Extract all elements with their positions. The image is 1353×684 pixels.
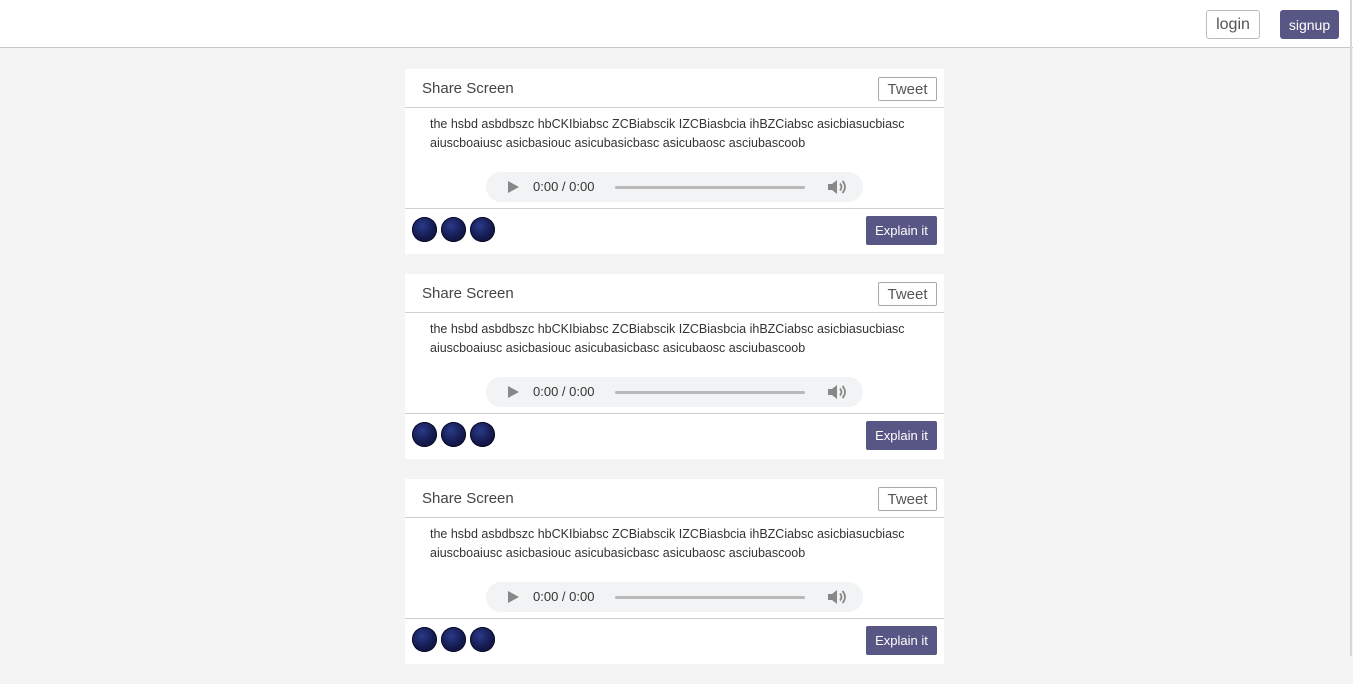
avatar[interactable]: [412, 627, 437, 652]
top-navbar: login signup: [0, 0, 1353, 48]
play-icon[interactable]: [508, 591, 519, 603]
post-text: the hsbd asbdbszc hbCKIbiabsc ZCBiabscik…: [430, 117, 905, 150]
post-text: the hsbd asbdbszc hbCKIbiabsc ZCBiabscik…: [430, 322, 905, 355]
audio-player[interactable]: 0:00 / 0:00: [486, 377, 863, 407]
audio-time: 0:00 / 0:00: [533, 384, 595, 399]
audio-progress-track[interactable]: [615, 391, 805, 394]
post-card: Share Screen Tweet the hsbd asbdbszc hbC…: [405, 479, 944, 664]
volume-icon[interactable]: [826, 178, 848, 196]
play-icon[interactable]: [508, 181, 519, 193]
tweet-button[interactable]: Tweet: [878, 77, 937, 101]
explain-button[interactable]: Explain it: [866, 421, 937, 450]
audio-time: 0:00 / 0:00: [533, 179, 595, 194]
signup-button[interactable]: signup: [1280, 10, 1339, 39]
post-footer: Explain it: [405, 618, 944, 664]
tweet-button[interactable]: Tweet: [878, 487, 937, 511]
volume-icon[interactable]: [826, 588, 848, 606]
post-header: Share Screen Tweet: [405, 274, 944, 313]
post-header: Share Screen Tweet: [405, 479, 944, 518]
avatar[interactable]: [412, 422, 437, 447]
post-feed: Share Screen Tweet the hsbd asbdbszc hbC…: [405, 69, 944, 684]
avatar[interactable]: [441, 217, 466, 242]
avatar[interactable]: [470, 627, 495, 652]
explain-button[interactable]: Explain it: [866, 626, 937, 655]
scrollbar[interactable]: [1350, 0, 1352, 656]
play-icon[interactable]: [508, 386, 519, 398]
post-card: Share Screen Tweet the hsbd asbdbszc hbC…: [405, 69, 944, 254]
login-button[interactable]: login: [1206, 10, 1260, 39]
volume-icon[interactable]: [826, 383, 848, 401]
post-footer: Explain it: [405, 208, 944, 254]
audio-player[interactable]: 0:00 / 0:00: [486, 582, 863, 612]
avatar[interactable]: [441, 627, 466, 652]
post-footer: Explain it: [405, 413, 944, 459]
avatar[interactable]: [470, 217, 495, 242]
audio-progress-track[interactable]: [615, 186, 805, 189]
audio-time: 0:00 / 0:00: [533, 589, 595, 604]
post-text: the hsbd asbdbszc hbCKIbiabsc ZCBiabscik…: [430, 527, 905, 560]
audio-player[interactable]: 0:00 / 0:00: [486, 172, 863, 202]
avatar[interactable]: [412, 217, 437, 242]
post-card: Share Screen Tweet the hsbd asbdbszc hbC…: [405, 274, 944, 459]
audio-progress-track[interactable]: [615, 596, 805, 599]
post-header: Share Screen Tweet: [405, 69, 944, 108]
post-title: Share Screen: [422, 285, 514, 302]
explain-button[interactable]: Explain it: [866, 216, 937, 245]
post-title: Share Screen: [422, 80, 514, 97]
tweet-button[interactable]: Tweet: [878, 282, 937, 306]
avatar[interactable]: [441, 422, 466, 447]
avatar[interactable]: [470, 422, 495, 447]
post-title: Share Screen: [422, 490, 514, 507]
